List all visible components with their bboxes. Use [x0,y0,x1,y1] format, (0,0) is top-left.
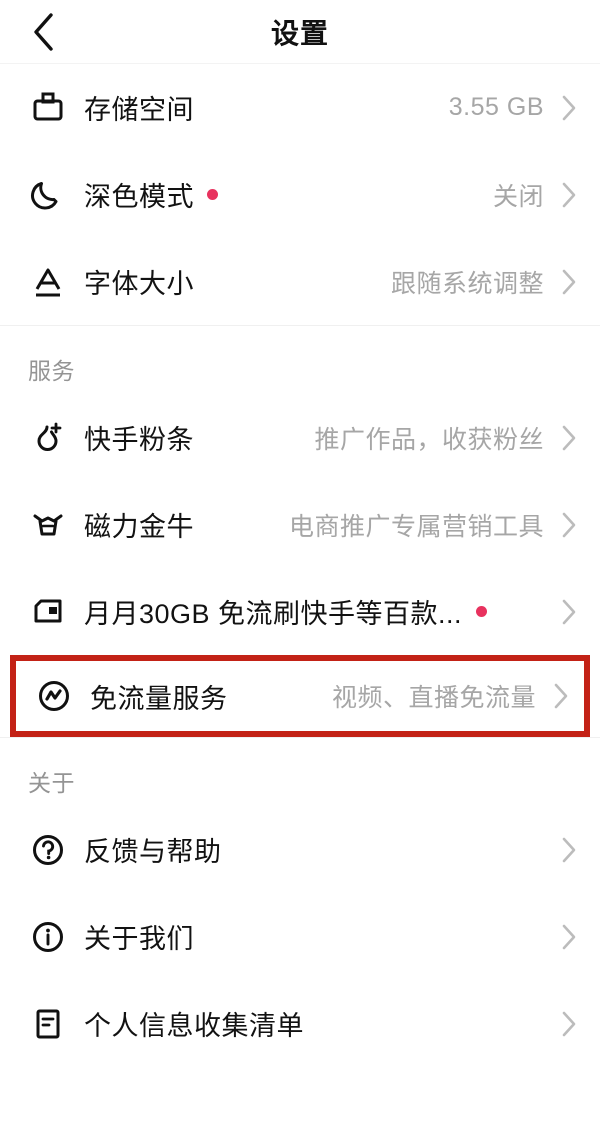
settings-row-label: 存储空间 [84,95,194,125]
settings-row-value: 关闭 [492,182,544,211]
settings-row-personal-info-list[interactable]: 个人信息收集清单 [0,980,600,1067]
settings-row-value: 3.55 GB [448,93,544,121]
moon-icon [28,175,68,215]
settings-row-feedback[interactable]: 反馈与帮助 [0,806,600,893]
document-list-icon [28,1004,68,1044]
bull-icon [28,505,68,545]
badge-dot [207,189,218,200]
settings-row-jinniu[interactable]: 磁力金牛 电商推广专属营销工具 [0,481,600,568]
settings-list-about: 反馈与帮助 关于我们 个人信息收集清单 [0,806,600,1067]
page-header: 设置 [0,0,600,64]
settings-list-display: 存储空间 3.55 GB 深色模式 关闭 字体大小 跟随系统调整 [0,64,600,325]
chevron-right-icon [556,92,582,124]
settings-row-fantiao[interactable]: 快手粉条 推广作品，收获粉丝 [0,394,600,481]
badge-dot [476,606,488,617]
highlight-box: 免流量服务 视频、直播免流量 [10,655,590,737]
flame-plus-icon [28,418,68,458]
section-title-about: 关于 [28,770,75,796]
info-circle-icon [28,917,68,957]
chevron-left-icon [31,11,57,53]
settings-row-label: 反馈与帮助 [84,837,222,867]
settings-row-label: 月月30GB 免流刷快手等百款... [84,599,463,629]
chevron-right-icon [556,596,582,628]
settings-row-dark-mode[interactable]: 深色模式 关闭 [0,151,600,238]
settings-row-label: 字体大小 [84,269,194,299]
chevron-right-icon [556,834,582,866]
settings-row-data-plan[interactable]: 月月30GB 免流刷快手等百款... [0,568,600,655]
settings-row-value: 跟随系统调整 [390,269,544,298]
settings-row-storage[interactable]: 存储空间 3.55 GB [0,64,600,151]
chevron-right-icon [556,266,582,298]
chevron-right-icon [556,509,582,541]
page-title: 设置 [270,17,329,49]
settings-row-label: 个人信息收集清单 [84,1011,304,1041]
settings-list-services: 快手粉条 推广作品，收获粉丝 磁力金牛 电商推广专属营销工具 月月30GB 免流… [0,394,600,655]
settings-row-about-us[interactable]: 关于我们 [0,893,600,980]
chevron-right-icon [556,921,582,953]
settings-row-label: 关于我们 [84,924,194,954]
settings-row-value: 推广作品，收获粉丝 [314,425,544,454]
chevron-right-icon [548,680,574,712]
free-data-circle-icon [34,676,74,716]
settings-row-free-data[interactable]: 免流量服务 视频、直播免流量 [16,661,584,731]
settings-row-label: 磁力金牛 [84,512,194,542]
sim-card-icon [28,592,68,632]
settings-row-font-size[interactable]: 字体大小 跟随系统调整 [0,238,600,325]
question-circle-icon [28,830,68,870]
font-size-icon [28,262,68,302]
settings-row-value: 视频、直播免流量 [331,684,536,712]
settings-row-value: 电商推广专属营销工具 [288,512,544,541]
settings-row-label: 深色模式 [84,182,194,212]
chevron-right-icon [556,179,582,211]
chevron-right-icon [556,422,582,454]
settings-row-label: 快手粉条 [84,425,194,455]
settings-row-label: 免流量服务 [90,683,228,714]
back-button[interactable] [22,10,66,54]
section-title-services: 服务 [28,358,75,384]
storage-icon [28,88,68,128]
chevron-right-icon [556,1008,582,1040]
